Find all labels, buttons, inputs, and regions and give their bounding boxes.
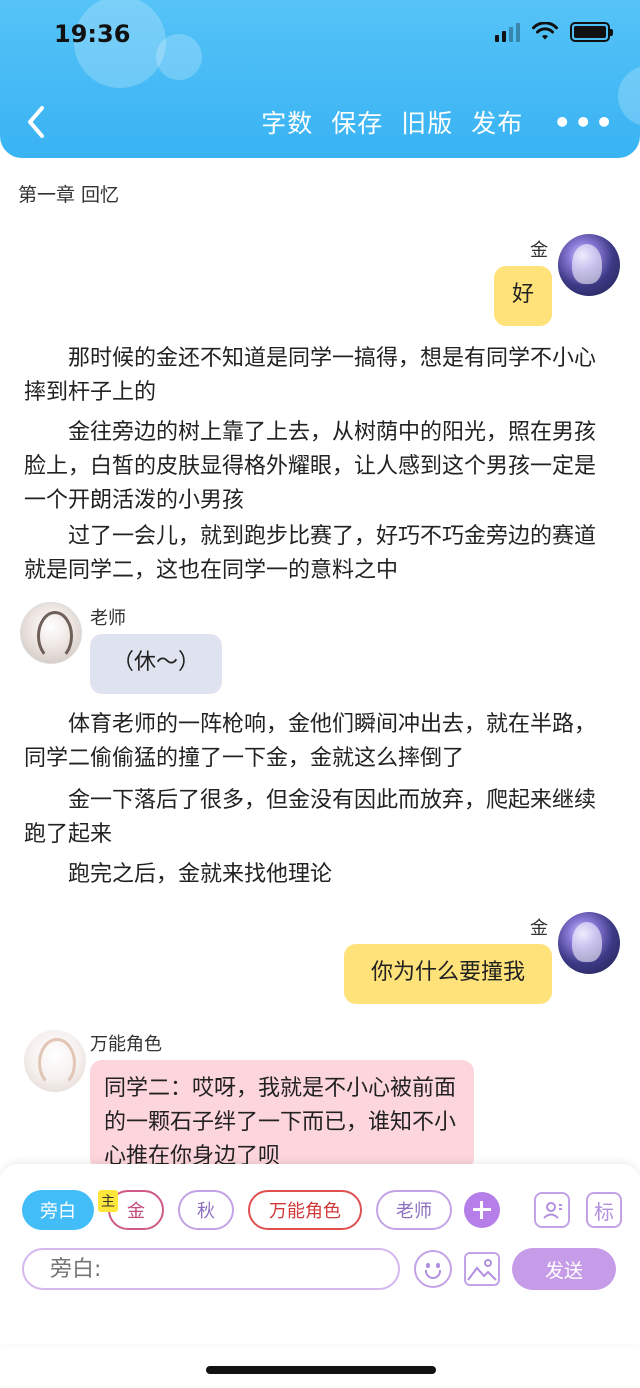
narration-paragraph[interactable]: 那时候的金还不知道是同学一搞得，想是有同学不小心摔到杆子上的 bbox=[24, 342, 614, 410]
wifi-icon bbox=[532, 22, 558, 40]
avatar-universal-role[interactable] bbox=[24, 1030, 86, 1092]
avatar-jin[interactable] bbox=[558, 912, 620, 974]
decorative-bubble bbox=[618, 66, 640, 126]
back-button[interactable] bbox=[22, 102, 50, 142]
narration-paragraph[interactable]: 金往旁边的树上靠了上去，从树荫中的阳光，照在男孩脸上，白皙的皮肤显得格外耀眼，让… bbox=[24, 416, 614, 518]
emoji-button[interactable] bbox=[414, 1250, 452, 1288]
chapter-title: 第一章 回忆 bbox=[18, 184, 120, 206]
narration-paragraph[interactable]: 金一下落后了很多，但金没有因此而放弃，爬起来继续跑了起来 bbox=[24, 784, 614, 852]
role-chip-narrator[interactable]: 旁白 bbox=[22, 1190, 94, 1230]
home-indicator bbox=[206, 1366, 436, 1374]
speaker-name: 万能角色 bbox=[90, 1034, 162, 1055]
more-options-button[interactable]: ••• bbox=[553, 106, 616, 139]
message-bubble[interactable]: （休～） bbox=[90, 634, 222, 694]
save-button[interactable]: 保存 bbox=[331, 104, 383, 140]
message-bubble[interactable]: 同学二：哎呀，我就是不小心被前面的一颗石子绊了一下而已，谁知不小心推在你身边了呗 bbox=[90, 1060, 474, 1170]
old-version-button[interactable]: 旧版 bbox=[401, 104, 453, 140]
person-icon bbox=[543, 1202, 562, 1219]
smile-icon bbox=[426, 1263, 430, 1268]
add-role-button[interactable] bbox=[464, 1192, 500, 1228]
role-chip-universal[interactable]: 万能角色 bbox=[248, 1190, 362, 1230]
header-actions: 字数 保存 旧版 发布 ••• bbox=[261, 104, 616, 140]
image-icon bbox=[467, 1259, 497, 1281]
publish-button[interactable]: 发布 bbox=[471, 104, 523, 140]
narration-paragraph[interactable]: 过了一会儿，就到跑步比赛了，好巧不巧金旁边的赛道就是同学二，这也在同学一的意料之… bbox=[24, 520, 614, 588]
main-character-badge: 主 bbox=[98, 1190, 118, 1212]
role-chip-qiu[interactable]: 秋 bbox=[178, 1190, 234, 1230]
message-input[interactable] bbox=[22, 1248, 400, 1290]
message-bubble[interactable]: 你为什么要撞我 bbox=[344, 944, 552, 1004]
narration-paragraph[interactable]: 体育老师的一阵枪响，金他们瞬间冲出去，就在半路，同学二偷偷猛的撞了一下金，金就这… bbox=[24, 708, 614, 776]
avatar-jin[interactable] bbox=[558, 234, 620, 296]
message-bubble[interactable]: 好 bbox=[494, 266, 552, 326]
send-button[interactable]: 发送 bbox=[512, 1248, 616, 1290]
role-chip-teacher[interactable]: 老师 bbox=[376, 1190, 452, 1230]
battery-icon bbox=[570, 22, 613, 42]
word-count-button[interactable]: 字数 bbox=[261, 104, 313, 140]
narration-paragraph[interactable]: 跑完之后，金就来找他理论 bbox=[24, 858, 614, 892]
image-button[interactable] bbox=[464, 1252, 500, 1286]
tag-button[interactable]: 标 bbox=[586, 1192, 622, 1228]
signal-icon bbox=[495, 22, 520, 42]
composer-panel: 旁白 金 主 秋 万能角色 老师 标 发送 bbox=[0, 1164, 640, 1344]
status-time: 19:36 bbox=[54, 20, 131, 48]
decorative-bubble bbox=[156, 34, 202, 80]
speaker-name: 金 bbox=[530, 918, 548, 939]
speaker-name: 老师 bbox=[90, 608, 126, 629]
speaker-name: 金 bbox=[530, 240, 548, 261]
status-icons bbox=[495, 22, 613, 42]
role-manage-button[interactable] bbox=[534, 1192, 570, 1228]
avatar-teacher[interactable] bbox=[20, 602, 82, 664]
app-header: 19:36 字数 保存 旧版 发布 ••• bbox=[0, 0, 640, 158]
